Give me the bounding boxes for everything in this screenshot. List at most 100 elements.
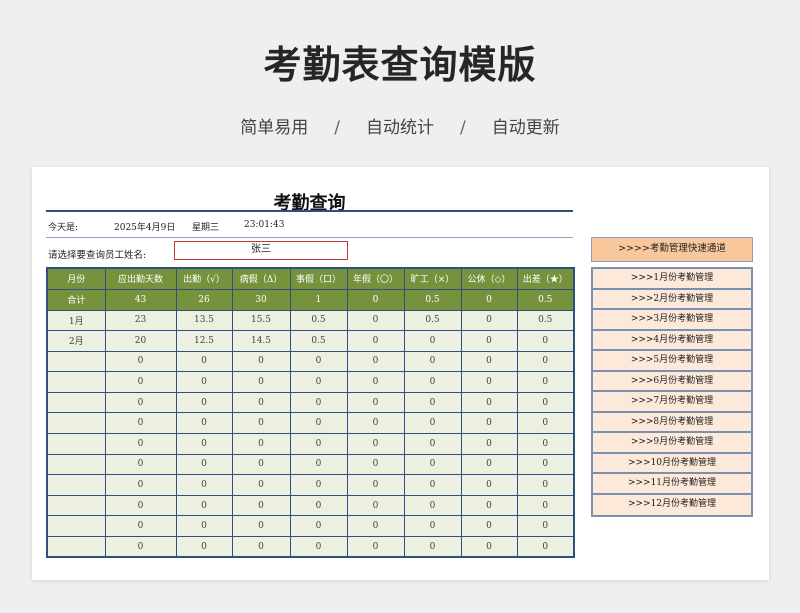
month-nav-link-9[interactable]: >>>9月份考勤管理 [593,433,751,454]
table-cell[interactable]: 0 [289,350,348,373]
table-cell[interactable]: 0 [403,371,462,393]
table-cell[interactable]: 2月 [46,330,106,352]
table-cell[interactable]: 0 [289,536,348,558]
table-cell[interactable]: 0 [231,371,291,393]
table-cell[interactable]: 0 [231,494,291,517]
table-cell[interactable]: 0 [175,474,233,496]
table-cell[interactable]: 0 [104,391,177,414]
table-cell[interactable]: 0 [460,515,518,538]
table-cell[interactable]: 0 [460,330,518,352]
month-nav-link-12[interactable]: >>>12月份考勤管理 [593,494,751,515]
table-cell[interactable]: 0 [516,515,575,538]
table-cell[interactable] [46,412,106,435]
table-cell[interactable]: 0 [403,474,462,496]
table-cell[interactable]: 0 [289,474,348,496]
table-cell[interactable]: 0 [403,391,462,414]
month-nav-link-7[interactable]: >>>7月份考勤管理 [593,392,751,413]
table-cell[interactable]: 0 [104,433,177,455]
table-cell[interactable]: 0 [231,453,291,476]
table-cell[interactable]: 0 [104,412,177,435]
table-cell[interactable]: 0 [289,412,348,435]
table-cell[interactable]: 0 [516,536,575,558]
table-cell[interactable]: 0 [346,494,405,517]
table-cell[interactable]: 20 [104,330,177,352]
table-cell[interactable]: 0 [346,330,405,352]
month-nav-link-8[interactable]: >>>8月份考勤管理 [593,412,751,433]
table-cell[interactable]: 0 [289,391,348,414]
table-cell[interactable]: 0 [104,536,177,558]
table-cell[interactable]: 14.5 [231,330,291,352]
table-cell[interactable] [46,433,106,455]
table-cell[interactable]: 0 [231,474,291,496]
table-cell[interactable]: 0 [460,350,518,373]
table-cell[interactable]: 0 [346,433,405,455]
table-cell[interactable]: 0 [460,453,518,476]
table-cell[interactable]: 0 [460,536,518,558]
table-cell[interactable]: 0 [289,494,348,517]
table-cell[interactable]: 0 [104,453,177,476]
table-cell[interactable]: 0 [175,433,233,455]
table-cell[interactable]: 0 [460,412,518,435]
table-cell[interactable]: 0 [289,433,348,455]
table-cell[interactable]: 0 [346,371,405,393]
table-cell[interactable]: 0 [516,371,575,393]
table-cell[interactable]: 1月 [46,309,106,332]
table-cell[interactable]: 0 [346,453,405,476]
table-cell[interactable]: 0 [231,350,291,373]
total-cell[interactable]: 0 [346,288,405,311]
table-cell[interactable]: 0 [403,412,462,435]
table-cell[interactable] [46,350,106,373]
table-cell[interactable]: 13.5 [175,309,233,332]
table-cell[interactable]: 0 [104,494,177,517]
table-cell[interactable]: 0 [231,433,291,455]
table-cell[interactable]: 0 [403,330,462,352]
table-cell[interactable]: 0 [289,515,348,538]
table-cell[interactable] [46,494,106,517]
total-cell[interactable]: 30 [231,288,291,311]
table-cell[interactable]: 0 [403,453,462,476]
table-cell[interactable]: 0 [231,536,291,558]
total-cell[interactable]: 0.5 [516,288,575,311]
total-cell[interactable]: 0.5 [403,288,462,311]
table-cell[interactable]: 0 [346,515,405,538]
table-cell[interactable]: 0 [460,391,518,414]
table-cell[interactable]: 0 [516,433,575,455]
table-cell[interactable] [46,474,106,496]
table-cell[interactable] [46,453,106,476]
table-cell[interactable] [46,515,106,538]
table-cell[interactable]: 0.5 [516,309,575,332]
total-cell[interactable]: 0 [460,288,518,311]
month-nav-link-2[interactable]: >>>2月份考勤管理 [593,289,751,310]
table-cell[interactable] [46,391,106,414]
total-cell[interactable]: 43 [104,288,177,311]
table-cell[interactable]: 0.5 [289,330,348,352]
table-cell[interactable]: 0.5 [403,309,462,332]
table-cell[interactable]: 0 [104,350,177,373]
table-cell[interactable]: 0 [104,515,177,538]
total-cell[interactable]: 26 [175,288,233,311]
table-cell[interactable]: 0 [516,391,575,414]
total-cell[interactable]: 1 [289,288,348,311]
table-cell[interactable]: 0 [175,536,233,558]
table-cell[interactable]: 0 [289,371,348,393]
table-cell[interactable]: 23 [104,309,177,332]
table-cell[interactable]: 0 [516,330,575,352]
table-cell[interactable]: 0 [346,391,405,414]
table-cell[interactable]: 0 [175,453,233,476]
table-cell[interactable]: 0 [403,433,462,455]
table-cell[interactable]: 0 [516,350,575,373]
table-cell[interactable]: 0 [346,536,405,558]
table-cell[interactable]: 0 [231,412,291,435]
table-cell[interactable]: 0 [289,453,348,476]
table-cell[interactable]: 0 [403,350,462,373]
month-nav-link-3[interactable]: >>>3月份考勤管理 [593,310,751,331]
table-cell[interactable]: 0 [403,515,462,538]
table-cell[interactable]: 0 [175,371,233,393]
table-cell[interactable]: 0 [175,391,233,414]
table-cell[interactable]: 0 [346,412,405,435]
month-nav-link-6[interactable]: >>>6月份考勤管理 [593,371,751,392]
table-cell[interactable]: 0 [516,494,575,517]
month-nav-link-11[interactable]: >>>11月份考勤管理 [593,474,751,495]
month-nav-link-1[interactable]: >>>1月份考勤管理 [593,269,751,290]
table-cell[interactable]: 0 [460,309,518,332]
